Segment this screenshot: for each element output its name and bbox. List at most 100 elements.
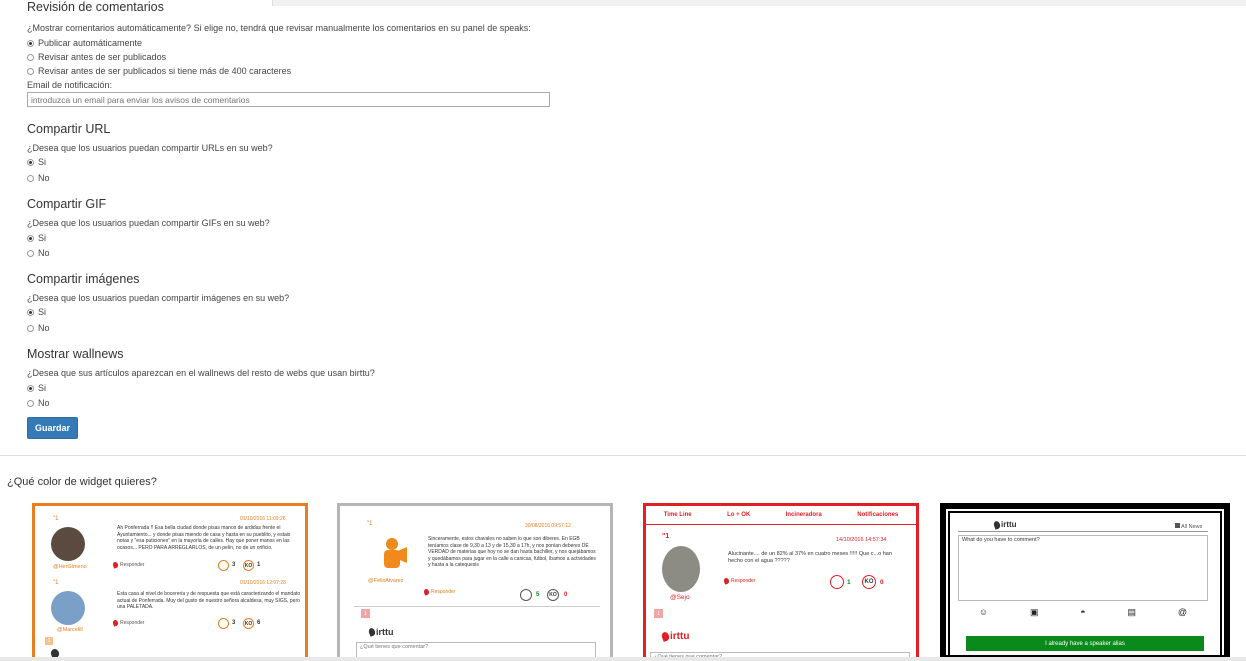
comment-text: Sinceramente, estos chavales no saben lo… [428,536,596,568]
tab-time-line[interactable]: Time Line [664,512,692,518]
radio-icon[interactable] [27,67,34,75]
comment-number: "1 [367,521,373,527]
page-square[interactable]: 1 [654,609,663,618]
camera-icon[interactable]: ▣ [1030,607,1039,618]
radio-icon[interactable] [27,53,34,61]
megaphone-avatar-icon [375,536,409,572]
comment-handle: @Marcelill [57,627,83,633]
reply-link[interactable]: Responder [423,588,455,596]
birttu-logo: irttu [992,519,1017,530]
comment-number: "1 [53,516,59,522]
comment-toolbar: ☺ ▣ ◓ ▤ @ [958,605,1208,619]
radio-icon[interactable] [27,324,34,332]
birttu-logo: irttu [660,631,689,642]
comment-date: 01/10/2016 12:07:28 [240,580,286,586]
review-section-title: Revisión de comentarios [27,0,164,14]
widget-tabs: Time Line Lo + OK Incineradora Notificac… [646,506,916,525]
ko-icon[interactable]: KO [862,575,876,589]
ok-hand-icon[interactable] [830,575,844,589]
review-option-long[interactable]: Revisar antes de ser publicados si tiene… [27,66,291,76]
comment-handle: @Sejo [670,594,690,601]
ko-icon[interactable]: KO [243,618,254,629]
email-label: Email de notificación: [27,80,113,90]
share-gif-title: Compartir GIF [27,197,107,211]
avatar [51,527,85,561]
ok-count: 5 [536,592,540,598]
ko-count: 1 [257,562,261,568]
page-square[interactable]: 1 [361,609,370,618]
ok-hand-icon[interactable] [520,589,532,601]
page-square[interactable]: 1 [45,637,53,645]
share-images-question: ¿Desea que los usuarios puedan compartir… [27,293,290,303]
tab-incineradora[interactable]: Incineradora [786,512,822,518]
comment-text: Esta casa al nivel de bocereria y de res… [117,591,301,610]
save-button[interactable]: Guardar [27,417,78,439]
ko-icon[interactable]: KO [243,560,254,571]
wallnews-no[interactable]: No [27,398,50,408]
comment-handle: @HerGimeno [53,564,87,570]
share-images-no[interactable]: No [27,323,50,333]
smiley-icon[interactable]: ☺ [979,607,988,617]
birttu-flame-icon [723,577,730,585]
share-gif-yes[interactable]: Si [27,233,46,243]
ok-count: 1 [847,579,851,586]
widget-gray-option[interactable]: "1 30/08/2016 09:57:12 @FelixAlvarez Sin… [337,503,613,661]
share-url-question: ¿Desea que los usuarios puedan compartir… [27,143,273,153]
bottom-scroll-strip [0,657,1246,661]
reply-link[interactable]: Responder [723,577,755,585]
radio-icon[interactable] [27,399,34,407]
speaker-alias-button[interactable]: I already have a speaker alias [966,636,1204,651]
at-icon[interactable]: @ [1178,607,1187,617]
share-gif-no[interactable]: No [27,248,50,258]
avatar [51,591,85,625]
birttu-flame-icon [112,561,119,569]
radio-icon[interactable] [27,39,34,47]
comment-date: 30/08/2016 09:57:12 [525,523,571,529]
radio-icon[interactable] [27,174,34,182]
top-scroll-strip [0,0,1246,6]
share-images-title: Compartir imágenes [27,272,140,286]
section-divider [0,455,1246,456]
radio-icon[interactable] [27,308,34,316]
ok-hand-icon[interactable] [218,560,229,571]
wallnews-question: ¿Desea que sus artículos aparezcan en el… [27,368,375,378]
birttu-flame-icon [367,627,377,637]
share-url-yes[interactable]: Si [27,157,46,167]
ko-icon[interactable]: KO [547,589,559,601]
review-option-auto[interactable]: Publicar automáticamente [27,38,142,48]
widget-black-option[interactable]: irttu All News What do you have to comme… [940,503,1230,661]
birttu-flame-icon [112,619,119,627]
wallnews-yes[interactable]: Si [27,383,46,393]
comment-text: Ah Ponferrada !! Esa bella ciudad donde … [117,525,291,551]
gif-icon[interactable]: ◓ [1080,607,1085,617]
tab-notificaciones[interactable]: Notificaciones [857,512,898,518]
comment-text: Alucinante.... de un 82% al 37% en cuatr… [728,551,892,564]
birttu-flame-icon [992,519,1002,530]
share-url-title: Compartir URL [27,122,111,136]
widget-red-option[interactable]: Time Line Lo + OK Incineradora Notificac… [643,503,919,661]
widget-orange-option[interactable]: "1 01/10/2016 11:09:26 @HerGimeno Ah Pon… [32,503,308,661]
review-option-manual[interactable]: Revisar antes de ser publicados [27,52,166,62]
reply-link[interactable]: Responder [112,561,144,569]
radio-icon[interactable] [27,384,34,392]
widget-color-question: ¿Qué color de widget quieres? [7,476,157,488]
share-images-yes[interactable]: Si [27,307,46,317]
ok-count: 3 [232,562,236,568]
radio-icon[interactable] [27,249,34,257]
image-icon[interactable]: ▤ [1128,607,1137,618]
comment-number: "1 [53,580,59,586]
share-url-no[interactable]: No [27,173,50,183]
tab-lo-ok[interactable]: Lo + OK [727,512,750,518]
reply-link[interactable]: Responder [112,619,144,627]
email-field[interactable] [27,92,550,107]
radio-icon[interactable] [27,158,34,166]
ko-count: 0 [880,579,884,586]
birttu-flame-icon [660,631,671,642]
comment-input[interactable]: What do you have to comment? [958,535,1208,601]
all-news-link[interactable]: All News [1175,523,1202,531]
radio-icon[interactable] [27,234,34,242]
ok-hand-icon[interactable] [218,618,229,629]
avatar [662,546,700,592]
birttu-logo: irttu [367,627,394,637]
comment-handle: @FelixAlvarez [368,578,404,584]
